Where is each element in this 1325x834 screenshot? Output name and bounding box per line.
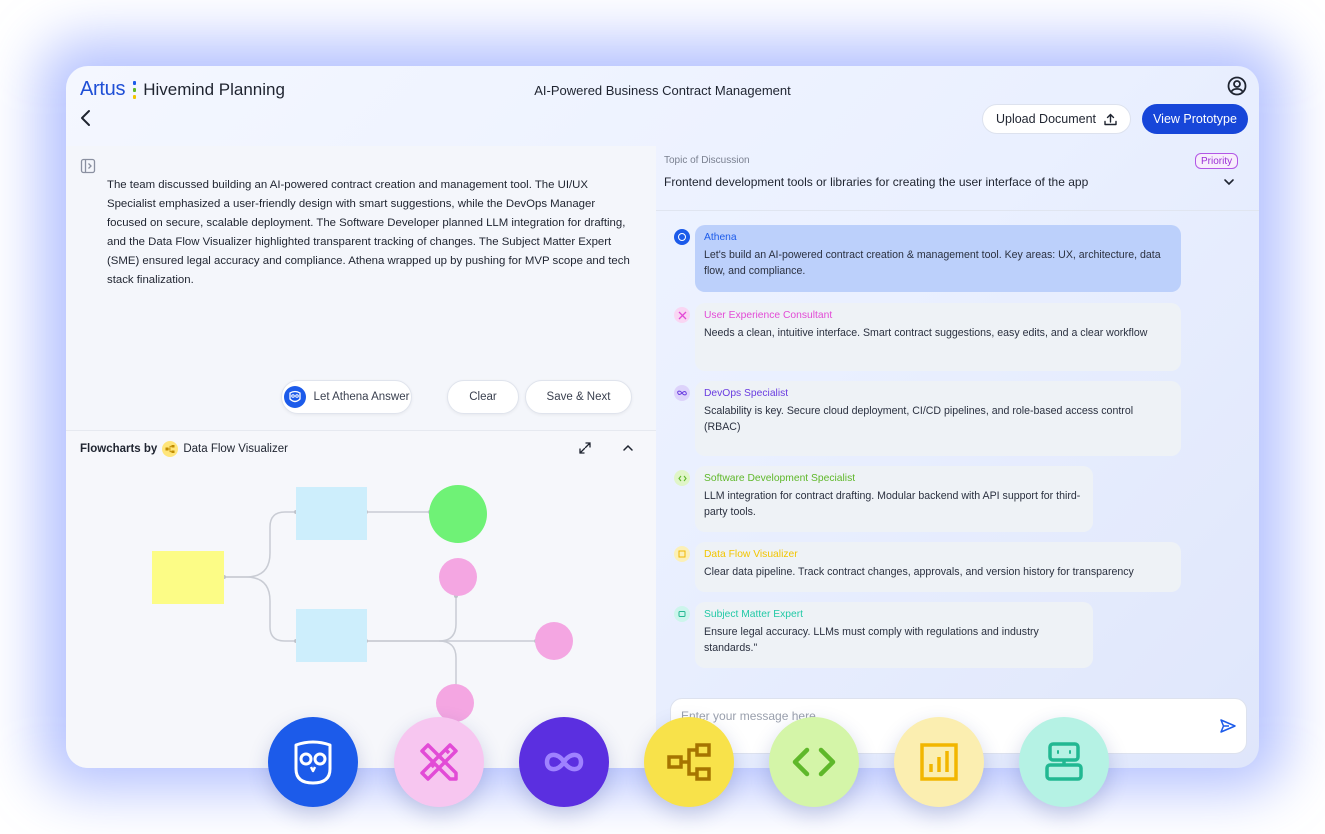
data-analyst-agent-button[interactable] [894,717,984,807]
data-flow-icon [667,743,711,781]
upload-document-label: Upload Document [995,112,1097,126]
send-icon[interactable] [1219,717,1237,735]
message-text: Needs a clean, intuitive interface. Smar… [704,327,1148,339]
let-athena-answer-label: Let Athena Answer [313,391,410,403]
back-arrow-icon[interactable] [78,108,94,128]
profile-icon[interactable] [1227,76,1247,96]
topic-label: Topic of Discussion [664,155,750,166]
expand-icon[interactable] [578,441,592,455]
topic-text: Frontend development tools or libraries … [664,175,1089,189]
message-sender: DevOps Specialist [704,388,789,399]
chevron-up-icon[interactable] [621,441,635,455]
ux-consultant-agent-button[interactable] [394,717,484,807]
message-text: Scalability is key. Secure cloud deploym… [704,405,1134,433]
flowchart-title-prefix: Flowcharts by [80,443,158,455]
discussion-panel: Topic of Discussion Priority Frontend de… [656,146,1259,768]
flow-node-end-green [429,485,487,543]
software-dev-avatar-icon [674,470,690,486]
flow-node-pink-2 [535,622,573,660]
message-sender: User Experience Consultant [704,310,833,321]
athena-owl-icon [294,740,332,785]
message-sender: Athena [704,232,737,243]
chart-icon [920,743,958,781]
devops-agent-button[interactable] [519,717,609,807]
athena-agent-button[interactable] [268,717,358,807]
message-text: LLM integration for contract drafting. M… [704,490,1081,518]
app-window: Artus Hivemind Planning AI-Powered Busin… [66,66,1259,768]
message-sender: Data Flow Visualizer [704,549,798,560]
sme-agent-button[interactable] [1019,717,1109,807]
upload-icon [1104,113,1117,125]
devops-infinity-icon [544,752,584,772]
priority-badge[interactable]: Priority [1195,153,1239,169]
athena-avatar-icon [674,229,690,245]
chevron-down-icon[interactable] [1223,176,1235,188]
flow-node-pink-1 [439,558,477,596]
flow-node-process-2 [296,609,367,662]
code-icon [792,747,836,777]
discussion-summary: The team discussed building an AI-powere… [107,179,630,286]
message-sender: Subject Matter Expert [704,609,804,620]
chat-message-software-dev: Software Development Specialist LLM inte… [695,466,1093,532]
flowchart-title-agent: Data Flow Visualizer [183,443,288,455]
athena-owl-icon [283,386,306,408]
data-flow-icon [162,441,179,457]
ux-consultant-icon [420,743,458,781]
chat-message-data-flow: Data Flow Visualizer Clear data pipeline… [695,542,1181,592]
flow-node-start [152,551,224,604]
chat-message-devops: DevOps Specialist Scalability is key. Se… [695,381,1181,456]
message-sender: Software Development Specialist [704,473,856,484]
message-text: Let's build an AI-powered contract creat… [704,249,1161,277]
save-next-button[interactable]: Save & Next [525,380,632,414]
message-text: Ensure legal accuracy. LLMs must comply … [704,626,1039,654]
message-text: Clear data pipeline. Track contract chan… [704,566,1134,578]
flow-node-process-1 [296,487,367,540]
chat-message-sme: Subject Matter Expert Ensure legal accur… [695,602,1093,668]
sidebar-toggle-icon[interactable] [80,158,96,174]
sme-robot-icon [1045,742,1083,781]
data-flow-agent-button[interactable] [644,717,734,807]
ux-consultant-avatar-icon [674,307,690,323]
clear-button[interactable]: Clear [447,380,519,414]
summary-panel: The team discussed building an AI-powere… [66,146,656,430]
data-flow-avatar-icon [674,546,690,562]
sme-avatar-icon [674,606,690,622]
topic-divider [656,210,1259,211]
upload-document-button[interactable]: Upload Document [982,104,1131,134]
view-prototype-button[interactable]: View Prototype [1142,104,1248,134]
let-athena-answer-button[interactable]: Let Athena Answer [281,380,412,414]
flowchart-title: Flowcharts by Data Flow Visualizer [80,441,288,457]
page-title: AI-Powered Business Contract Management [534,83,791,98]
software-dev-agent-button[interactable] [769,717,859,807]
devops-avatar-icon [674,385,690,401]
chat-message-athena: Athena Let's build an AI-powered contrac… [695,225,1181,292]
chat-message-ux: User Experience Consultant Needs a clean… [695,303,1181,371]
